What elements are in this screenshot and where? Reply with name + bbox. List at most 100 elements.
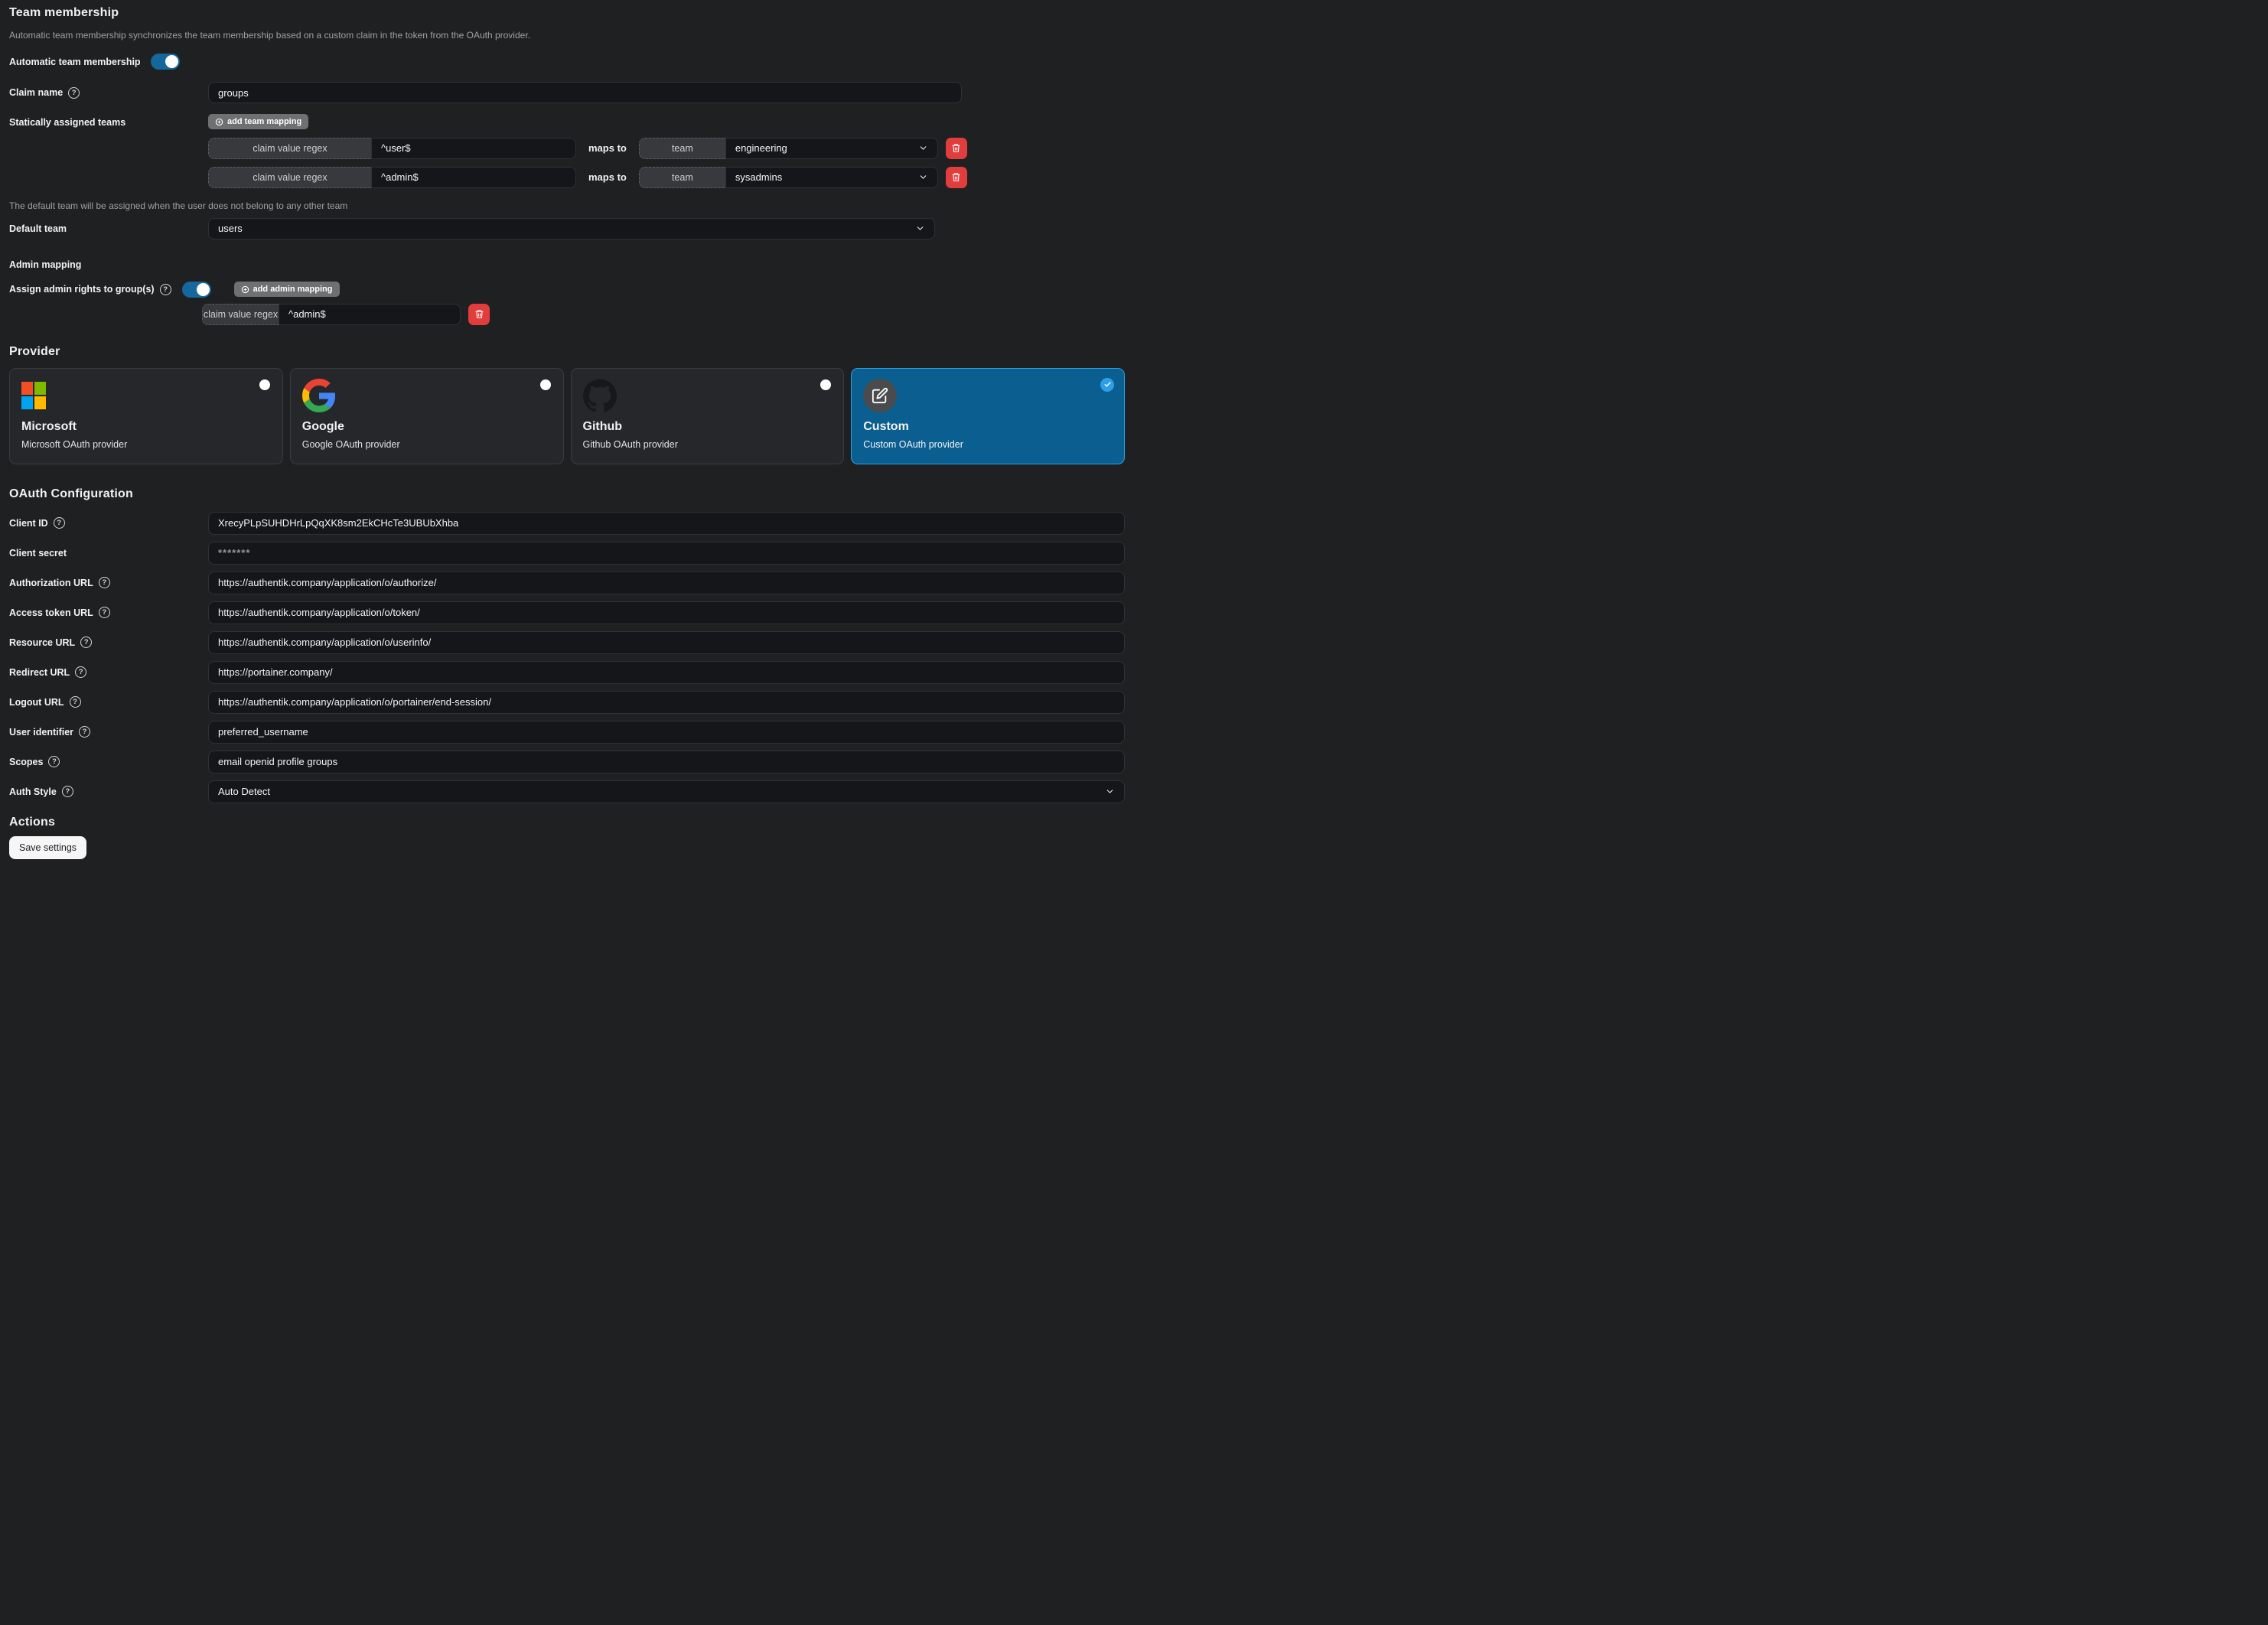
provider-card-description: Microsoft OAuth provider (21, 439, 271, 450)
help-icon[interactable] (54, 517, 65, 529)
provider-card-custom[interactable]: Custom Custom OAuth provider (851, 368, 1125, 464)
claim-value-regex-input[interactable] (371, 167, 576, 188)
help-icon[interactable] (75, 666, 86, 678)
scopes-row: Scopes (9, 751, 1125, 773)
client-id-row: Client ID (9, 512, 1125, 535)
plus-circle-icon (241, 285, 249, 294)
provider-heading: Provider (9, 345, 1125, 359)
logout-url-row: Logout URL (9, 691, 1125, 714)
resource-url-input[interactable] (208, 631, 1125, 654)
redirect-url-input[interactable] (208, 661, 1125, 684)
delete-team-mapping-button[interactable] (946, 138, 967, 159)
client-secret-input[interactable] (208, 542, 1125, 565)
trash-icon (951, 143, 961, 153)
team-addon: team (639, 138, 725, 159)
provider-cards: Microsoft Microsoft OAuth provider Googl… (9, 368, 1125, 464)
chevron-down-icon (918, 172, 928, 182)
claim-value-regex-addon: claim value regex (208, 138, 371, 159)
claim-name-input[interactable] (208, 82, 962, 103)
team-select[interactable]: sysadmins (725, 167, 938, 188)
chevron-down-icon (918, 143, 928, 153)
admin-mapping-heading: Admin mapping (9, 259, 1125, 270)
authorization-url-input[interactable] (208, 572, 1125, 594)
access-token-url-row: Access token URL (9, 601, 1125, 624)
claim-value-regex-addon: claim value regex (202, 304, 279, 325)
client-secret-label: Client secret (9, 548, 67, 558)
provider-card-description: Custom OAuth provider (863, 439, 1113, 450)
access-token-url-input[interactable] (208, 601, 1125, 624)
plus-circle-icon (215, 118, 223, 126)
help-icon[interactable] (79, 726, 90, 738)
resource-url-row: Resource URL (9, 631, 1125, 654)
auth-style-row: Auth Style Auto Detect (9, 780, 1125, 803)
authorization-url-label: Authorization URL (9, 578, 93, 588)
default-team-select[interactable]: users (208, 218, 935, 239)
oauth-settings-page: Team membership Automatic team membershi… (0, 0, 1134, 865)
statically-assigned-teams-row: Statically assigned teams add team mappi… (9, 114, 1125, 188)
default-team-row: Default team users (9, 218, 1125, 239)
claim-value-regex-addon: claim value regex (208, 167, 371, 188)
client-id-input[interactable] (208, 512, 1125, 535)
admin-claim-value-regex-input[interactable] (279, 304, 461, 325)
selected-check-icon (1100, 378, 1114, 392)
redirect-url-row: Redirect URL (9, 661, 1125, 684)
access-token-url-label: Access token URL (9, 607, 93, 618)
delete-team-mapping-button[interactable] (946, 167, 967, 188)
claim-name-label: Claim name (9, 87, 63, 98)
provider-card-github[interactable]: Github Github OAuth provider (571, 368, 845, 464)
client-id-label: Client ID (9, 518, 48, 529)
scopes-label: Scopes (9, 757, 43, 767)
oauth-configuration-heading: OAuth Configuration (9, 487, 1125, 501)
team-membership-description: Automatic team membership synchronizes t… (9, 30, 1125, 41)
team-membership-heading: Team membership (9, 6, 1125, 20)
assign-admin-rights-toggle[interactable] (182, 282, 211, 298)
logout-url-input[interactable] (208, 691, 1125, 714)
help-icon[interactable] (99, 577, 110, 588)
trash-icon (474, 309, 484, 319)
team-select[interactable]: engineering (725, 138, 938, 159)
claim-name-row: Claim name (9, 82, 1125, 103)
auth-style-select[interactable]: Auto Detect (208, 780, 1125, 803)
provider-card-title: Microsoft (21, 420, 271, 434)
help-icon[interactable] (62, 786, 73, 797)
help-icon[interactable] (160, 284, 171, 295)
add-admin-mapping-button[interactable]: add admin mapping (234, 282, 340, 297)
automatic-team-membership-row: Automatic team membership (9, 54, 1125, 70)
help-icon[interactable] (70, 696, 81, 708)
default-team-note: The default team will be assigned when t… (9, 200, 1125, 211)
team-addon: team (639, 167, 725, 188)
help-icon[interactable] (68, 87, 80, 99)
help-icon[interactable] (48, 756, 60, 767)
claim-value-regex-input[interactable] (371, 138, 576, 159)
automatic-team-membership-label: Automatic team membership (9, 57, 141, 67)
statically-assigned-teams-label: Statically assigned teams (9, 117, 125, 128)
delete-admin-mapping-button[interactable] (468, 304, 490, 325)
redirect-url-label: Redirect URL (9, 667, 70, 678)
actions-heading: Actions (9, 816, 1125, 829)
admin-mapping-regex-row: claim value regex (202, 304, 1125, 325)
save-settings-button[interactable]: Save settings (9, 836, 86, 859)
user-identifier-label: User identifier (9, 727, 73, 738)
scopes-input[interactable] (208, 751, 1125, 773)
provider-card-google[interactable]: Google Google OAuth provider (290, 368, 564, 464)
chevron-down-icon (915, 223, 925, 233)
provider-card-description: Github OAuth provider (583, 439, 833, 450)
maps-to-label: maps to (588, 171, 627, 183)
user-identifier-row: User identifier (9, 721, 1125, 744)
help-icon[interactable] (99, 607, 110, 618)
chevron-down-icon (1105, 786, 1115, 796)
help-icon[interactable] (80, 637, 92, 648)
microsoft-logo-icon (21, 382, 46, 409)
client-secret-row: Client secret (9, 542, 1125, 565)
radio-unselected-icon (540, 379, 551, 390)
resource-url-label: Resource URL (9, 637, 75, 648)
user-identifier-input[interactable] (208, 721, 1125, 744)
add-team-mapping-button[interactable]: add team mapping (208, 114, 308, 129)
provider-card-microsoft[interactable]: Microsoft Microsoft OAuth provider (9, 368, 283, 464)
radio-unselected-icon (820, 379, 831, 390)
team-mapping-row: claim value regex maps to team engineeri… (208, 138, 967, 159)
provider-card-description: Google OAuth provider (302, 439, 552, 450)
toggle-knob (197, 283, 210, 296)
automatic-team-membership-toggle[interactable] (151, 54, 180, 70)
team-mapping-row: claim value regex maps to team sysadmins (208, 167, 967, 188)
